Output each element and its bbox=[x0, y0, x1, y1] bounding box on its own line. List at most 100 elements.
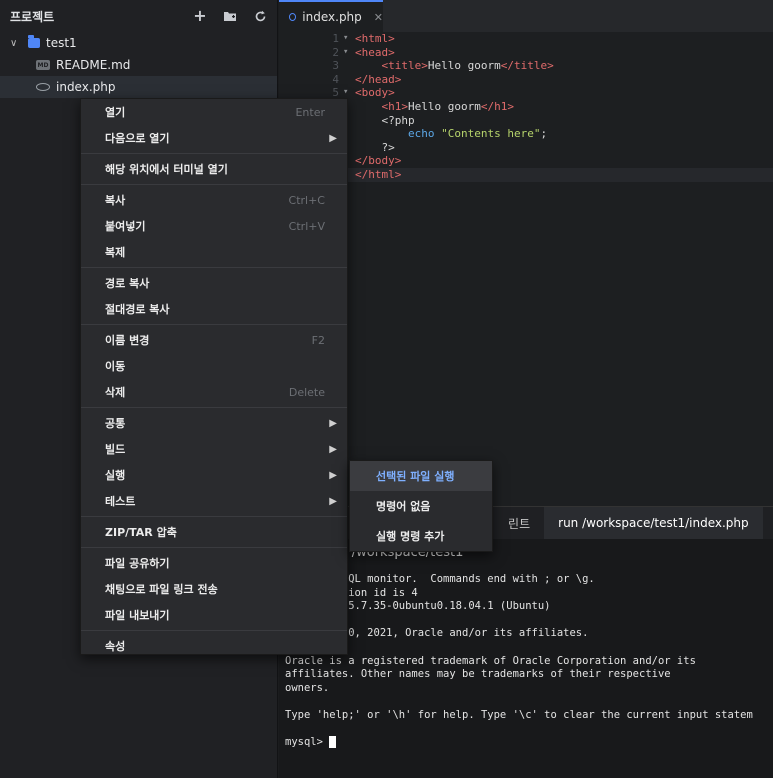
code-text: </body> bbox=[355, 154, 402, 168]
menu-item[interactable]: 공통 ▶ bbox=[81, 410, 347, 436]
menu-item[interactable]: 복사 Ctrl+C bbox=[81, 187, 347, 213]
menu-item-label: 이름 변경 bbox=[105, 334, 150, 347]
menu-separator bbox=[81, 267, 347, 268]
menu-item[interactable]: 복제 bbox=[81, 239, 347, 265]
code-line: 9 ?> bbox=[279, 141, 773, 155]
submenu-item[interactable]: 선택된 파일 실행 bbox=[350, 461, 492, 491]
menu-shortcut: F2 bbox=[311, 333, 325, 347]
menu-item-label: 복제 bbox=[105, 246, 126, 259]
tab-index-php[interactable]: index.php ✕ bbox=[279, 0, 383, 32]
menu-item[interactable]: 파일 공유하기 bbox=[81, 550, 347, 576]
code-line: 2 ▾ <head> bbox=[279, 46, 773, 60]
tab-label: index.php bbox=[302, 10, 362, 24]
menu-item[interactable]: 해당 위치에서 터미널 열기 bbox=[81, 156, 347, 182]
menu-item[interactable]: 채팅으로 파일 링크 전송 bbox=[81, 576, 347, 602]
cursor bbox=[329, 736, 337, 749]
terminal-line: owners. bbox=[285, 681, 330, 694]
menu-item[interactable]: 삭제 Delete bbox=[81, 379, 347, 405]
menu-item-label: 테스트 bbox=[105, 495, 136, 508]
run-submenu: 선택된 파일 실행 명령어 없음 실행 명령 추가 bbox=[349, 460, 493, 552]
menu-item-label: 삭제 bbox=[105, 386, 126, 399]
code-editor: index.php ✕ 1 ▾ <html> 2 ▾ <head> 3 <title>Hel… bbox=[279, 0, 773, 506]
menu-item[interactable]: 붙여넣기 Ctrl+V bbox=[81, 213, 347, 239]
terminal-line: Type 'help;' or '\h' for help. Type '\c'… bbox=[285, 708, 753, 721]
menu-item-label: ZIP/TAR 압축 bbox=[105, 526, 177, 539]
menu-item[interactable]: 경로 복사 bbox=[81, 270, 347, 296]
menu-item[interactable]: ZIP/TAR 압축 bbox=[81, 519, 347, 545]
add-icon[interactable]: + bbox=[193, 8, 207, 24]
code-text: <html> bbox=[355, 32, 395, 45]
menu-shortcut: Ctrl+V bbox=[288, 219, 325, 233]
fold-icon bbox=[343, 73, 355, 87]
tree-item-folder[interactable]: ∨ test1 bbox=[0, 32, 277, 54]
submenu-item[interactable]: 명령어 없음 bbox=[350, 491, 492, 521]
menu-item[interactable]: 절대경로 복사 bbox=[81, 296, 347, 322]
terminal-prompt[interactable]: mysql> bbox=[285, 736, 767, 750]
chevron-right-icon: ▶ bbox=[329, 469, 337, 481]
menu-item-label: 복사 bbox=[105, 194, 126, 207]
code-text: </html> bbox=[355, 167, 402, 181]
chevron-down-icon: ∨ bbox=[10, 37, 18, 49]
terminal-line: Oracle is a registered trademark of Orac… bbox=[285, 654, 696, 667]
code-line: 5 ▾ <body> bbox=[279, 86, 773, 100]
terminal-output[interactable]: the MySQL monitor. Commands end with ; o… bbox=[279, 565, 773, 758]
menu-item[interactable]: 파일 내보내기 bbox=[81, 602, 347, 628]
code-text: <h1>Hello goorm</h1> bbox=[381, 99, 514, 113]
markdown-file-icon: MD bbox=[36, 60, 50, 70]
code-line: 1 ▾ <html> bbox=[279, 32, 773, 46]
code-line: 6 <h1>Hello goorm</h1> bbox=[279, 100, 773, 114]
terminal-line: the MySQL monitor. Commands end with ; o… bbox=[285, 573, 595, 585]
new-folder-icon[interactable] bbox=[223, 9, 237, 23]
menu-separator bbox=[81, 516, 347, 517]
code-line: 11</html> bbox=[279, 167, 773, 182]
menu-item[interactable]: 열기 Enter bbox=[81, 99, 347, 125]
terminal-line: affiliates. Other names may be trademark… bbox=[285, 668, 671, 681]
line-number: 3 bbox=[332, 59, 339, 73]
tab-run[interactable]: run /workspace/test1/index.php bbox=[544, 507, 763, 539]
code-text: echo "Contents here"; bbox=[407, 127, 548, 141]
code-line: 10</body> bbox=[279, 154, 773, 168]
menu-item[interactable]: 이동 bbox=[81, 353, 347, 379]
menu-shortcut: Delete bbox=[288, 385, 325, 399]
menu-item-label: 절대경로 복사 bbox=[105, 303, 170, 316]
menu-separator bbox=[81, 407, 347, 408]
code-line: 7 <?php bbox=[279, 114, 773, 128]
menu-item[interactable]: 다음으로 열기 ▶ bbox=[81, 125, 347, 151]
tree-item-file[interactable]: MD README.md bbox=[0, 54, 277, 76]
line-number: 4 bbox=[332, 72, 339, 86]
menu-item[interactable]: 이름 변경 F2 bbox=[81, 327, 347, 353]
menu-item[interactable]: 테스트 ▶ bbox=[81, 488, 347, 514]
terminal-line: connection id is 4 bbox=[285, 586, 418, 599]
submenu-item[interactable]: 실행 명령 추가 bbox=[350, 521, 492, 551]
sidebar-actions: + bbox=[193, 8, 267, 24]
menu-item-label: 빌드 bbox=[105, 443, 126, 456]
close-icon[interactable]: ✕ bbox=[374, 11, 383, 24]
tree-item-file-selected[interactable]: index.php bbox=[0, 76, 277, 98]
chevron-right-icon: ▶ bbox=[329, 132, 337, 144]
code-area[interactable]: 1 ▾ <html> 2 ▾ <head> 3 <title>Hello goorm</ti… bbox=[279, 32, 773, 182]
code-text: <body> bbox=[355, 86, 395, 100]
sidebar-header: 프로젝트 + bbox=[0, 0, 277, 32]
menu-item-label: 해당 위치에서 터미널 열기 bbox=[105, 163, 228, 176]
menu-item[interactable]: 속성 bbox=[81, 633, 347, 659]
menu-separator bbox=[81, 153, 347, 154]
menu-separator bbox=[81, 324, 347, 325]
refresh-icon[interactable] bbox=[253, 9, 267, 23]
tree-item-label: README.md bbox=[56, 58, 131, 72]
tree-item-label: test1 bbox=[46, 36, 77, 50]
fold-icon[interactable]: ▾ bbox=[343, 32, 355, 46]
editor-tabbar: index.php ✕ bbox=[279, 0, 773, 32]
menu-separator bbox=[81, 630, 347, 631]
folder-icon bbox=[28, 35, 40, 48]
tab-lint[interactable]: 린트 bbox=[494, 507, 544, 539]
fold-icon[interactable]: ▾ bbox=[343, 46, 355, 60]
menu-item-label: 열기 bbox=[105, 106, 126, 119]
menu-shortcut: Enter bbox=[295, 105, 325, 119]
menu-item[interactable]: 빌드 ▶ bbox=[81, 436, 347, 462]
menu-item[interactable]: 실행 ▶ bbox=[81, 462, 347, 488]
context-menu: 열기 Enter 다음으로 열기 ▶ 해당 위치에서 터미널 열기복사 Ctrl+C 붙여넣… bbox=[80, 98, 348, 655]
